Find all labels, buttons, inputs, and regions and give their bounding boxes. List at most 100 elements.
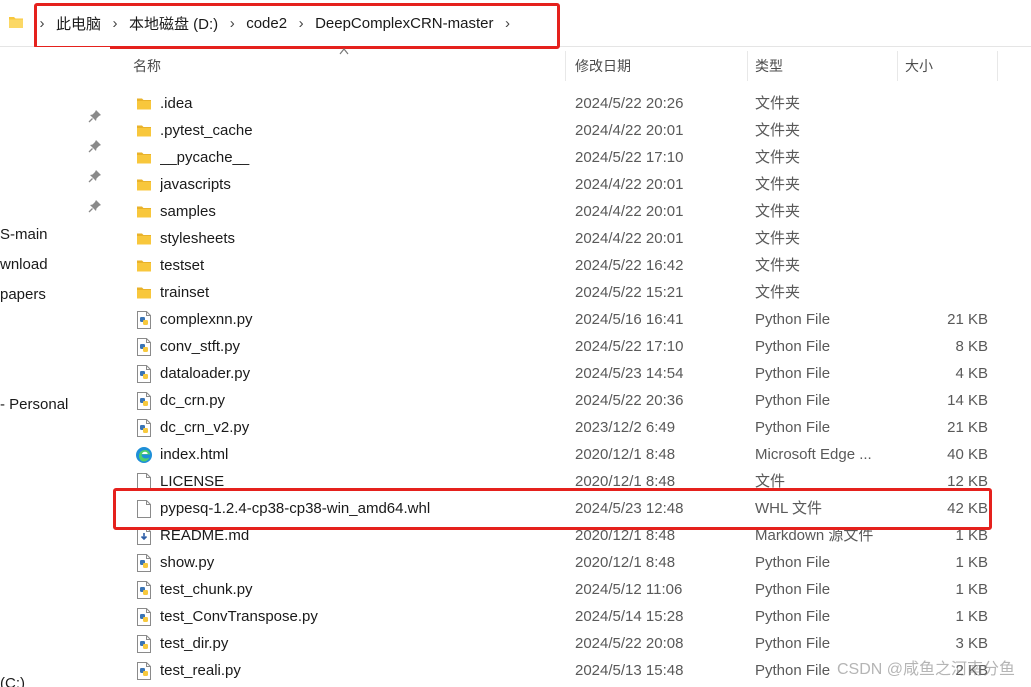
pin-icon[interactable] — [88, 169, 102, 183]
file-type: 文件 — [755, 473, 786, 490]
folder-icon — [134, 144, 154, 171]
file-row[interactable]: trainset 2024/5/22 15:21 文件夹 — [110, 279, 1031, 306]
file-row[interactable]: samples 2024/4/22 20:01 文件夹 — [110, 198, 1031, 225]
file-name: testset — [160, 257, 205, 274]
pin-icon[interactable] — [88, 139, 102, 153]
file-row[interactable]: LICENSE 2020/12/1 8:48 文件 12 KB — [110, 468, 1031, 495]
pin-icon[interactable] — [88, 199, 102, 213]
file-row[interactable]: __pycache__ 2024/5/22 17:10 文件夹 — [110, 144, 1031, 171]
chevron-right-icon[interactable]: › — [293, 15, 309, 32]
file-date: 2024/5/13 15:48 — [575, 662, 684, 679]
file-type: 文件夹 — [755, 176, 801, 193]
file-type: 文件夹 — [755, 284, 801, 301]
chevron-right-icon[interactable]: › — [107, 15, 123, 32]
file-row[interactable]: README.md 2020/12/1 8:48 Markdown 源文件 1 KB — [110, 522, 1031, 549]
nav-item[interactable]: (C:) — [0, 675, 25, 687]
file-size: 4 KB — [955, 365, 988, 382]
file-row[interactable]: conv_stft.py 2024/5/22 17:10 Python File 8 … — [110, 333, 1031, 360]
file-name: complexnn.py — [160, 311, 253, 328]
file-row[interactable]: testset 2024/5/22 16:42 文件夹 — [110, 252, 1031, 279]
file-name: show.py — [160, 554, 215, 571]
breadcrumb-item-this-pc[interactable]: 此电脑 — [50, 13, 107, 34]
file-type: WHL 文件 — [755, 500, 822, 517]
file-name: README.md — [160, 527, 250, 544]
address-bar[interactable]: › 此电脑 › 本地磁盘 (D:) › code2 › DeepComplexC… — [0, 0, 1031, 47]
file-name: trainset — [160, 284, 210, 301]
column-header-name[interactable]: 名称 — [133, 47, 563, 85]
file-row[interactable]: javascripts 2024/4/22 20:01 文件夹 — [110, 171, 1031, 198]
file-row[interactable]: stylesheets 2024/4/22 20:01 文件夹 — [110, 225, 1031, 252]
file-name: test_reali.py — [160, 662, 241, 679]
column-divider[interactable] — [997, 51, 998, 81]
blank-file-icon — [134, 495, 154, 522]
file-row[interactable]: pypesq-1.2.4-cp38-cp38-win_amd64.whl 2024… — [110, 495, 1031, 522]
file-row[interactable]: .pytest_cache 2024/4/22 20:01 文件夹 — [110, 117, 1031, 144]
chevron-right-icon[interactable]: › — [499, 15, 515, 32]
column-divider[interactable] — [897, 51, 898, 81]
file-date: 2024/5/23 12:48 — [575, 500, 684, 517]
python-file-icon — [134, 630, 154, 657]
folder-icon — [134, 252, 154, 279]
file-date: 2024/5/12 11:06 — [575, 581, 683, 598]
file-type: Python File — [755, 635, 831, 652]
nav-item[interactable]: papers — [0, 286, 46, 303]
column-divider[interactable] — [747, 51, 748, 81]
file-row[interactable]: .idea 2024/5/22 20:26 文件夹 — [110, 90, 1031, 117]
column-divider[interactable] — [565, 51, 566, 81]
file-type: Python File — [755, 581, 831, 598]
column-header-type[interactable]: 类型 — [755, 47, 895, 85]
file-type: 文件夹 — [755, 95, 801, 112]
file-type: 文件夹 — [755, 257, 801, 274]
file-size — [905, 279, 988, 306]
folder-icon — [9, 17, 23, 28]
file-date: 2024/4/22 20:01 — [575, 122, 684, 139]
nav-item[interactable]: S-main — [0, 226, 48, 243]
file-date: 2024/5/22 20:08 — [575, 635, 684, 652]
file-date: 2020/12/1 8:48 — [575, 473, 676, 490]
file-size — [905, 117, 988, 144]
file-row[interactable]: dc_crn.py 2024/5/22 20:36 Python File 14 KB — [110, 387, 1031, 414]
file-date: 2024/5/23 14:54 — [575, 365, 684, 382]
chevron-right-icon[interactable]: › — [34, 15, 50, 32]
file-row[interactable]: index.html 2020/12/1 8:48 Microsoft Edge .… — [110, 441, 1031, 468]
file-row[interactable]: dc_crn_v2.py 2023/12/2 6:49 Python File 21 … — [110, 414, 1031, 441]
file-date: 2024/5/22 17:10 — [575, 338, 684, 355]
file-date: 2024/4/22 20:01 — [575, 230, 684, 247]
file-date: 2020/12/1 8:48 — [575, 527, 676, 544]
file-row[interactable]: show.py 2020/12/1 8:48 Python File 1 KB — [110, 549, 1031, 576]
file-type: Python File — [755, 608, 831, 625]
file-size: 3 KB — [955, 635, 988, 652]
column-header-size[interactable]: 大小 — [905, 47, 995, 85]
column-header-row: 名称 修改日期 类型 大小 — [110, 47, 1031, 85]
breadcrumb-item-drive-d[interactable]: 本地磁盘 (D:) — [123, 13, 224, 34]
file-name: stylesheets — [160, 230, 236, 247]
file-date: 2024/5/22 17:10 — [575, 149, 684, 166]
python-file-icon — [134, 306, 154, 333]
file-date: 2024/5/22 20:36 — [575, 392, 684, 409]
python-file-icon — [134, 387, 154, 414]
chevron-right-icon[interactable]: › — [224, 15, 240, 32]
breadcrumb-item-code2[interactable]: code2 — [240, 15, 293, 32]
nav-item[interactable]: - Personal — [0, 396, 68, 413]
file-size: 21 KB — [947, 311, 988, 328]
file-name: LICENSE — [160, 473, 225, 490]
file-row[interactable]: complexnn.py 2024/5/16 16:41 Python File 21… — [110, 306, 1031, 333]
file-row[interactable]: test_chunk.py 2024/5/12 11:06 Python File 1… — [110, 576, 1031, 603]
file-row[interactable]: dataloader.py 2024/5/23 14:54 Python File 4… — [110, 360, 1031, 387]
file-date: 2024/5/16 16:41 — [575, 311, 684, 328]
file-name: dc_crn_v2.py — [160, 419, 250, 436]
file-row[interactable]: test_dir.py 2024/5/22 20:08 Python File 3 K… — [110, 630, 1031, 657]
file-size: 21 KB — [947, 419, 988, 436]
pin-icon[interactable] — [88, 109, 102, 123]
column-header-date[interactable]: 修改日期 — [575, 47, 745, 85]
file-row[interactable]: test_ConvTranspose.py 2024/5/14 15:28 Pyth… — [110, 603, 1031, 630]
breadcrumb-item-project[interactable]: DeepComplexCRN-master — [309, 15, 499, 32]
python-file-icon — [134, 414, 154, 441]
file-type: Microsoft Edge ... — [755, 446, 872, 463]
python-file-icon — [134, 333, 154, 360]
python-file-icon — [134, 360, 154, 387]
file-type: Markdown 源文件 — [755, 527, 874, 544]
file-size: 14 KB — [947, 392, 988, 409]
file-date: 2024/5/22 20:26 — [575, 95, 684, 112]
nav-item[interactable]: wnload — [0, 256, 48, 273]
